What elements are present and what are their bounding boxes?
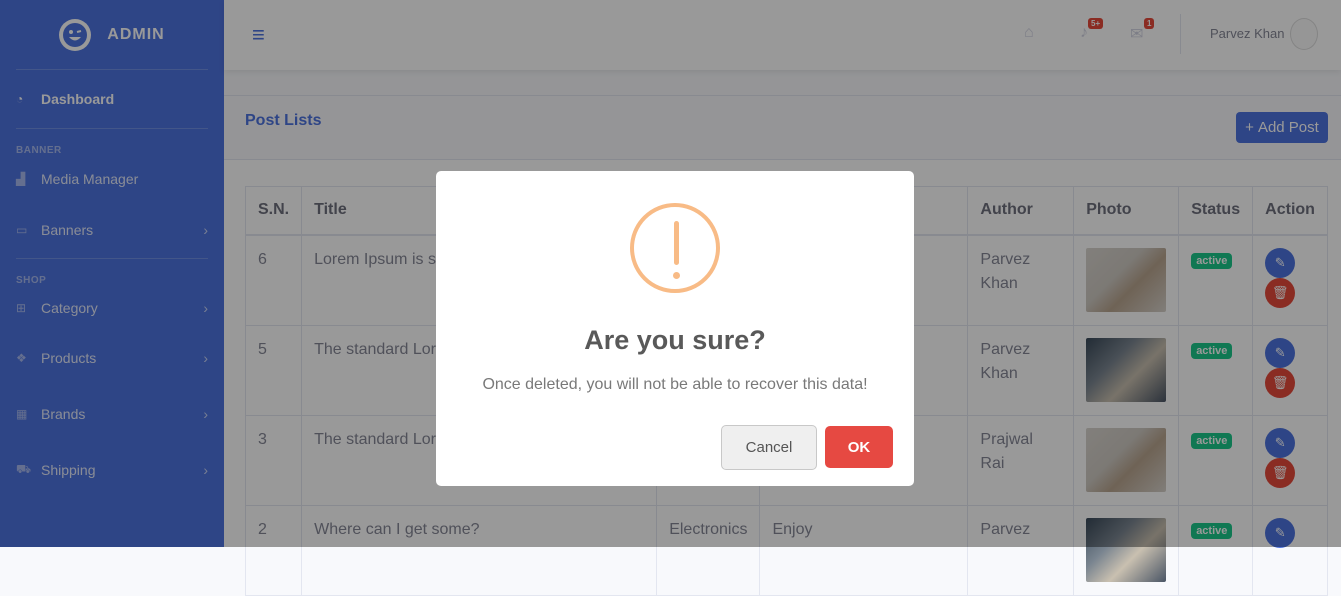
dialog-text: Once deleted, you will not be able to re… — [482, 376, 868, 393]
warning-dot — [673, 272, 680, 279]
confirm-dialog: Are you sure? Once deleted, you will not… — [436, 171, 914, 486]
cancel-button[interactable]: Cancel — [721, 425, 817, 470]
warning-icon — [630, 203, 720, 293]
warning-bar — [674, 221, 679, 265]
ok-button[interactable]: OK — [825, 426, 893, 468]
dialog-title: Are you sure? — [584, 325, 766, 355]
